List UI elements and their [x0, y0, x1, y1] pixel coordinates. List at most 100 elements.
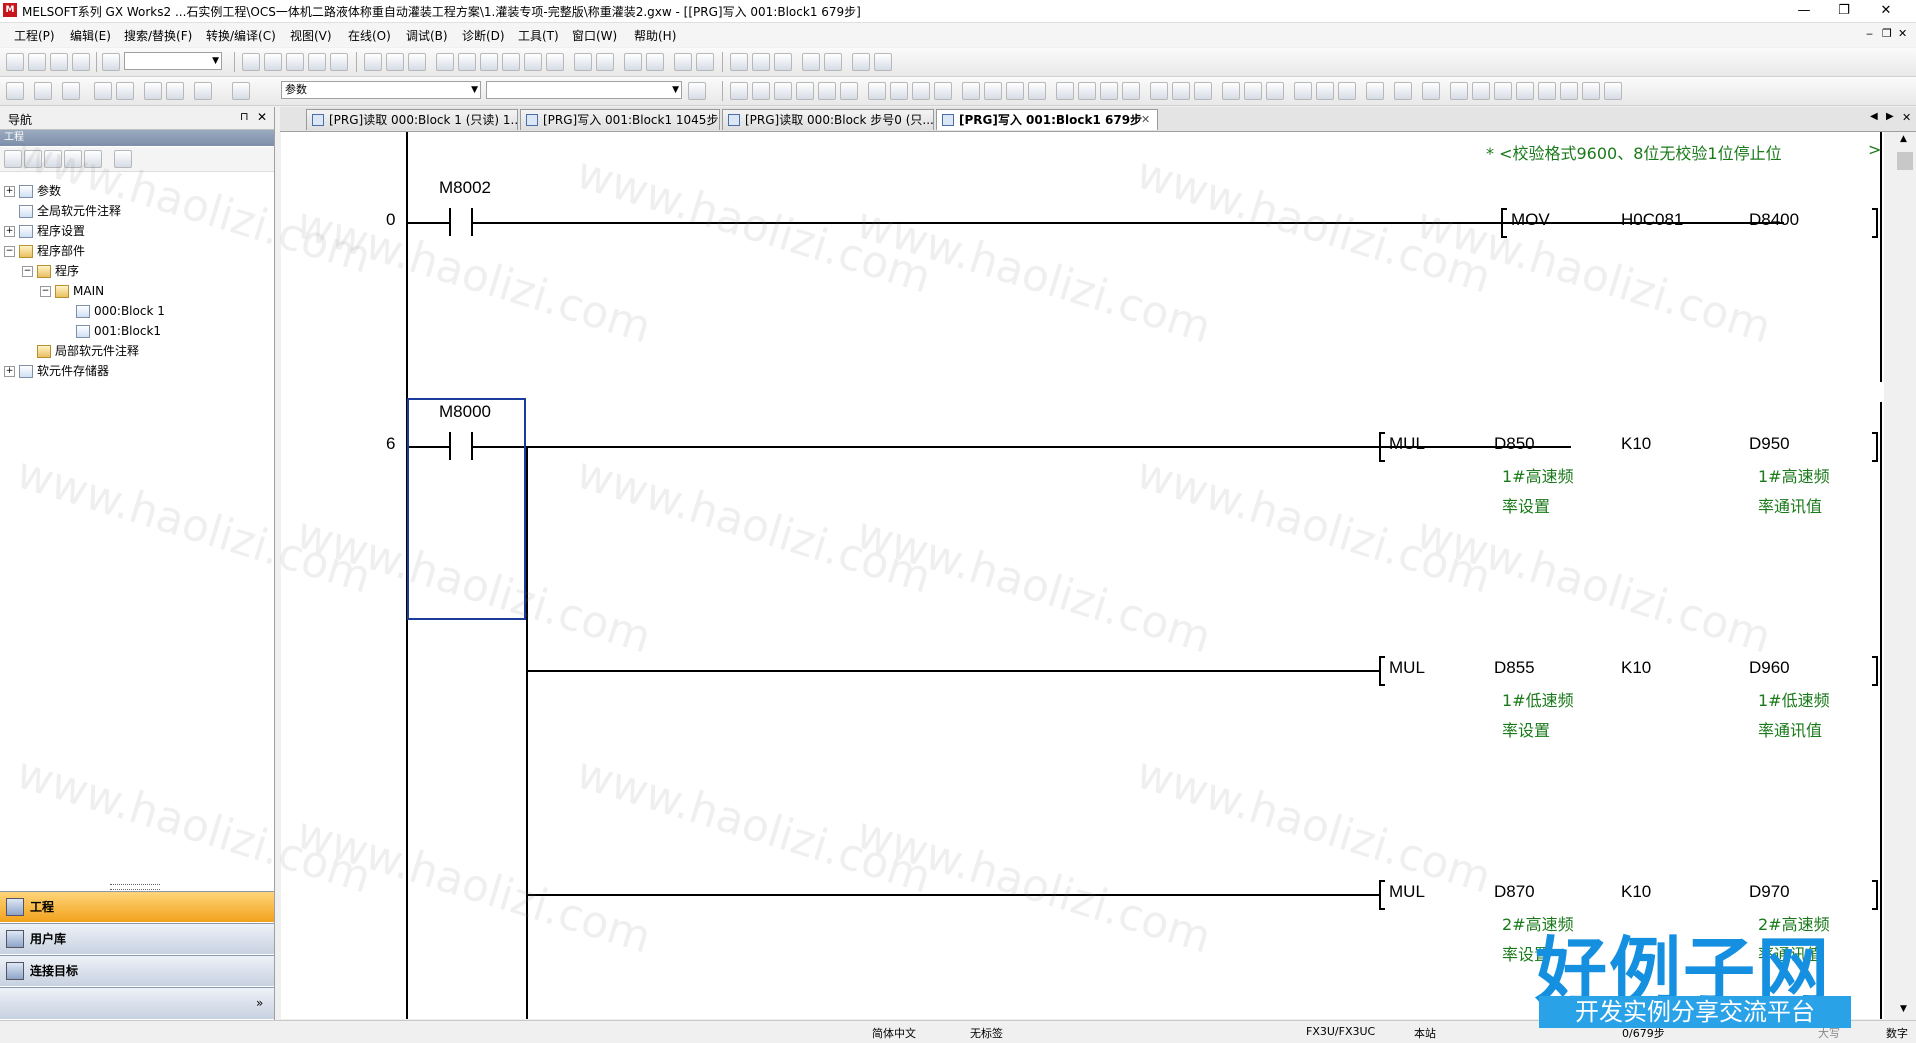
pulse-icon[interactable]: [1122, 82, 1140, 100]
redo-icon[interactable]: [330, 53, 348, 71]
rebuild-icon[interactable]: [696, 53, 714, 71]
note-icon[interactable]: [1394, 82, 1412, 100]
coil-icon[interactable]: [818, 82, 836, 100]
line-erase-icon[interactable]: [1244, 82, 1262, 100]
search-combo[interactable]: 参数 ▼: [281, 81, 481, 99]
ladder-tool-icon[interactable]: [824, 53, 842, 71]
close-button[interactable]: ✕: [1866, 0, 1906, 22]
tree-item-device-memory[interactable]: + 软元件存储器: [4, 361, 109, 381]
simulation-start-icon[interactable]: [574, 53, 592, 71]
delete-vline-icon[interactable]: [934, 82, 952, 100]
tree-item-local-comment[interactable]: 局部软元件注释: [22, 341, 139, 361]
monitor-icon[interactable]: [1582, 82, 1600, 100]
search-icon[interactable]: [1604, 82, 1622, 100]
instruction-operand[interactable]: D855: [1494, 658, 1535, 678]
device-monitor-icon[interactable]: [502, 53, 520, 71]
dev-icon[interactable]: [116, 82, 134, 100]
comment-icon[interactable]: [1338, 82, 1356, 100]
batch-monitor-icon[interactable]: [524, 53, 542, 71]
scrollbar-thumb[interactable]: [1897, 152, 1913, 170]
pin-icon[interactable]: ⊓: [240, 110, 249, 123]
instruction-name[interactable]: MUL: [1389, 434, 1425, 454]
tree-item-program-setting[interactable]: + 程序设置: [4, 221, 85, 241]
tree-item-block-000[interactable]: 000:Block 1: [76, 301, 165, 321]
menu-diagnostics[interactable]: 诊断(D): [462, 27, 505, 44]
minimize-button[interactable]: —: [1784, 0, 1824, 22]
instruction-operand[interactable]: H0C081: [1621, 210, 1683, 230]
copy-icon[interactable]: [264, 53, 282, 71]
menu-window[interactable]: 窗口(W): [572, 27, 617, 44]
ladder-editor[interactable]: * <校验格式9600、8位无校验1位停止位 > 0 M8002 MOV H0C…: [281, 132, 1884, 1019]
toolbar-combo-1[interactable]: ▼: [124, 52, 222, 70]
statement-comment[interactable]: * <校验格式9600、8位无校验1位停止位: [1486, 140, 1782, 164]
help-icon[interactable]: [102, 53, 120, 71]
menu-project[interactable]: 工程(P): [14, 27, 55, 44]
instruction-operand[interactable]: D870: [1494, 882, 1535, 902]
instruction-operand[interactable]: K10: [1621, 658, 1651, 678]
ladder-tool-icon[interactable]: [874, 53, 892, 71]
save-icon[interactable]: [50, 53, 68, 71]
paste-icon[interactable]: [286, 53, 304, 71]
view-icon[interactable]: [1450, 82, 1468, 100]
menu-convert-compile[interactable]: 转换/编译(C): [206, 27, 276, 44]
rising-edge-icon[interactable]: [962, 82, 980, 100]
contact-m8002[interactable]: [449, 208, 473, 236]
pulse-icon[interactable]: [1056, 82, 1074, 100]
instruction-name[interactable]: MUL: [1389, 658, 1425, 678]
simulation-stop-icon[interactable]: [596, 53, 614, 71]
bottom-tab-project[interactable]: 工程: [0, 891, 274, 922]
menu-online[interactable]: 在线(O): [348, 27, 391, 44]
scroll-up-icon[interactable]: ▲: [1900, 134, 1907, 144]
ladder-tool-icon[interactable]: [774, 53, 792, 71]
refresh-icon[interactable]: [84, 150, 102, 168]
line-draw-icon[interactable]: [1222, 82, 1240, 100]
monitor-start-icon[interactable]: [436, 53, 454, 71]
undo-icon[interactable]: [308, 53, 326, 71]
instruction-icon[interactable]: [840, 82, 858, 100]
tab-read-block000[interactable]: [PRG]读取 000:Block 1 (只读) 1...: [306, 109, 518, 130]
operation-result-icon[interactable]: [1150, 82, 1168, 100]
zoom-icon[interactable]: [1294, 82, 1312, 100]
bottom-tab-overflow[interactable]: »: [0, 987, 274, 1019]
tab-close-all-icon[interactable]: ✕: [1902, 111, 1911, 124]
close-icon[interactable]: ✕: [257, 110, 267, 124]
vertical-scrollbar[interactable]: ▲ ▼: [1894, 132, 1916, 1019]
entry-monitor-icon[interactable]: [546, 53, 564, 71]
instruction-operand[interactable]: K10: [1621, 434, 1651, 454]
tab-write-block1-679[interactable]: [PRG]写入 001:Block1 679步 ✕: [936, 109, 1158, 130]
property-icon[interactable]: [34, 82, 52, 100]
ladder-tool-icon[interactable]: [752, 53, 770, 71]
tree-item-program[interactable]: − 程序: [22, 261, 79, 281]
write-plc-icon[interactable]: [386, 53, 404, 71]
delete-hline-icon[interactable]: [912, 82, 930, 100]
expand-icon[interactable]: −: [40, 286, 51, 297]
ladder-tool-icon[interactable]: [852, 53, 870, 71]
watch-icon[interactable]: [144, 82, 162, 100]
new-icon[interactable]: [6, 53, 24, 71]
instruction-name[interactable]: MOV: [1511, 210, 1550, 230]
instruction-operand[interactable]: K10: [1621, 882, 1651, 902]
expand-icon[interactable]: −: [22, 266, 33, 277]
monitor-stop-icon[interactable]: [458, 53, 476, 71]
scroll-down-icon[interactable]: ▼: [1900, 1004, 1907, 1014]
ladder-tool-icon[interactable]: [802, 53, 820, 71]
convert-all-icon[interactable]: [646, 53, 664, 71]
instruction-operand[interactable]: D950: [1749, 434, 1790, 454]
hline-icon[interactable]: [868, 82, 886, 100]
new-data-icon[interactable]: [4, 150, 22, 168]
menu-debug[interactable]: 调试(B): [406, 27, 448, 44]
pulse-icon[interactable]: [1078, 82, 1096, 100]
ladder-tool-icon[interactable]: [730, 53, 748, 71]
contact-or-icon[interactable]: [774, 82, 792, 100]
expand-icon[interactable]: +: [4, 226, 15, 237]
tab-read-block-step0[interactable]: [PRG]读取 000:Block 步号0 (只...: [722, 109, 934, 130]
contact-no-icon[interactable]: [730, 82, 748, 100]
print-icon[interactable]: [72, 53, 90, 71]
tree-item-global-comment[interactable]: 全局软元件注释: [4, 201, 121, 221]
tab-write-block1-1045[interactable]: [PRG]写入 001:Block1 1045步: [520, 109, 720, 130]
find-icon[interactable]: [194, 82, 212, 100]
cut-icon[interactable]: [242, 53, 260, 71]
read-plc-icon[interactable]: [364, 53, 382, 71]
tab-close-icon[interactable]: ✕: [1141, 110, 1150, 130]
rising-edge-or-icon[interactable]: [1006, 82, 1024, 100]
